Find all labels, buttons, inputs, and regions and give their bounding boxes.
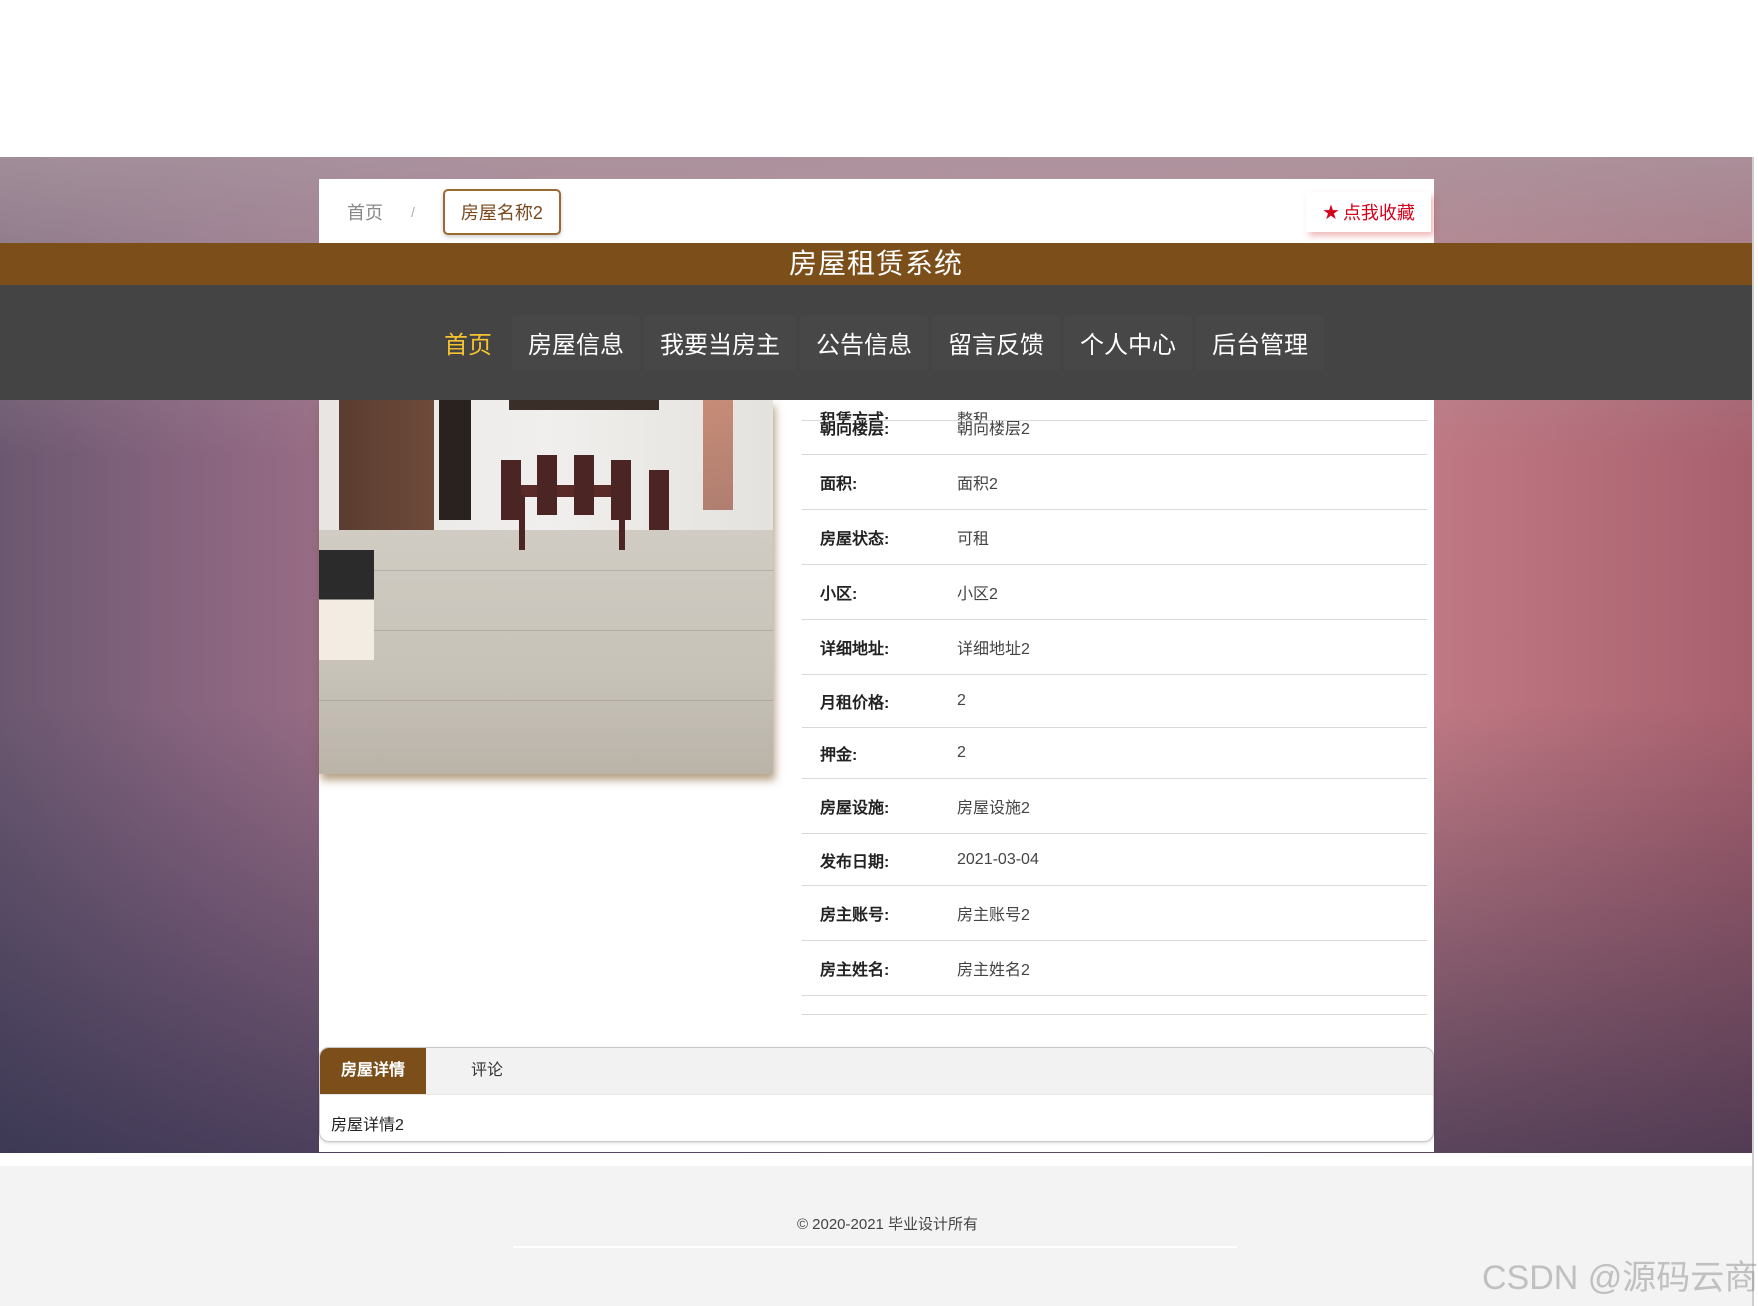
detail-label: 房屋状态: xyxy=(820,531,890,548)
detail-row: 房屋状态: 可租 xyxy=(802,510,1427,565)
favorite-label: 点我收藏 xyxy=(1342,203,1415,223)
detail-label: 面积: xyxy=(820,476,858,493)
star-icon: ★ xyxy=(1322,201,1340,224)
detail-label: 小区: xyxy=(820,586,858,603)
detail-value: 房主账号2 xyxy=(957,907,1030,924)
detail-value: 面积2 xyxy=(957,476,998,493)
detail-value: 详细地址2 xyxy=(957,641,1030,658)
nav-item-home[interactable]: 首页 xyxy=(428,315,508,370)
watermark: CSDN @源码云商 xyxy=(1482,1259,1758,1297)
detail-row: 发布日期: 2021-03-04 xyxy=(802,834,1427,886)
nav-item-announcements[interactable]: 公告信息 xyxy=(800,315,928,370)
detail-value: 2021-03-04 xyxy=(957,850,1039,868)
detail-row: 小区: 小区2 xyxy=(802,565,1427,620)
detail-tabs: 房屋详情 评论 房屋详情2 xyxy=(319,1047,1434,1142)
detail-label: 详细地址: xyxy=(820,641,890,658)
breadcrumb-home-link[interactable]: 首页 xyxy=(347,199,383,225)
detail-row: 房主姓名: 房主姓名2 xyxy=(802,941,1427,996)
nav-item-houses[interactable]: 房屋信息 xyxy=(512,315,640,370)
detail-label: 月租价格: xyxy=(820,695,890,712)
nav-item-admin[interactable]: 后台管理 xyxy=(1196,315,1324,370)
breadcrumb-current[interactable]: 房屋名称2 xyxy=(442,189,561,235)
favorite-button[interactable]: ★ 点我收藏 xyxy=(1306,192,1431,232)
tab-comments[interactable]: 评论 xyxy=(434,1048,540,1094)
detail-value: 房主姓名2 xyxy=(957,962,1030,979)
detail-row: 面积: 面积2 xyxy=(802,455,1427,510)
breadcrumb-separator: / xyxy=(411,204,415,220)
detail-value: 2 xyxy=(957,692,966,709)
detail-row: 月租价格: 2 xyxy=(802,675,1427,728)
detail-value: 房屋设施2 xyxy=(957,800,1030,817)
detail-label: 房主账号: xyxy=(820,907,890,924)
detail-label: 房屋设施: xyxy=(820,800,890,817)
detail-label: 朝向楼层: xyxy=(820,421,890,438)
footer-copyright: © 2020-2021 毕业设计所有 xyxy=(796,1216,979,1233)
main-nav: 首页 房屋信息 我要当房主 公告信息 留言反馈 个人中心 后台管理 xyxy=(0,285,1752,400)
detail-value: 小区2 xyxy=(957,586,998,603)
detail-row: 朝向楼层: 朝向楼层2 xyxy=(802,400,1427,455)
detail-row-empty xyxy=(802,996,1427,1015)
footer-divider xyxy=(513,1246,1237,1248)
detail-row: 详细地址: 详细地址2 xyxy=(802,620,1427,675)
site-title: 房屋租赁系统 xyxy=(0,243,1752,285)
tab-house-details[interactable]: 房屋详情 xyxy=(320,1048,426,1094)
nav-item-become-landlord[interactable]: 我要当房主 xyxy=(644,315,796,370)
page-edge xyxy=(1752,157,1754,1306)
tab-header: 房屋详情 评论 xyxy=(320,1048,1433,1095)
detail-value: 可租 xyxy=(957,531,990,548)
detail-row: 房屋设施: 房屋设施2 xyxy=(802,779,1427,834)
tab-content: 房屋详情2 xyxy=(331,1117,404,1134)
breadcrumb: 首页 / 房屋名称2 xyxy=(347,189,561,235)
nav-item-feedback[interactable]: 留言反馈 xyxy=(932,315,1060,370)
house-details-table: 朝向楼层: 朝向楼层2 面积: 面积2 房屋状态: 可租 小区: 小区2 详细地址: 详细… xyxy=(802,400,1427,1015)
detail-label: 房主姓名: xyxy=(820,962,890,979)
house-photo xyxy=(319,400,773,774)
detail-label: 押金: xyxy=(820,747,858,764)
detail-value: 朝向楼层2 xyxy=(957,421,1030,438)
detail-label: 发布日期: xyxy=(820,853,890,871)
detail-value: 2 xyxy=(957,744,966,761)
nav-item-profile[interactable]: 个人中心 xyxy=(1064,315,1192,370)
detail-row: 房主账号: 房主账号2 xyxy=(802,886,1427,941)
detail-row: 押金: 2 xyxy=(802,728,1427,779)
